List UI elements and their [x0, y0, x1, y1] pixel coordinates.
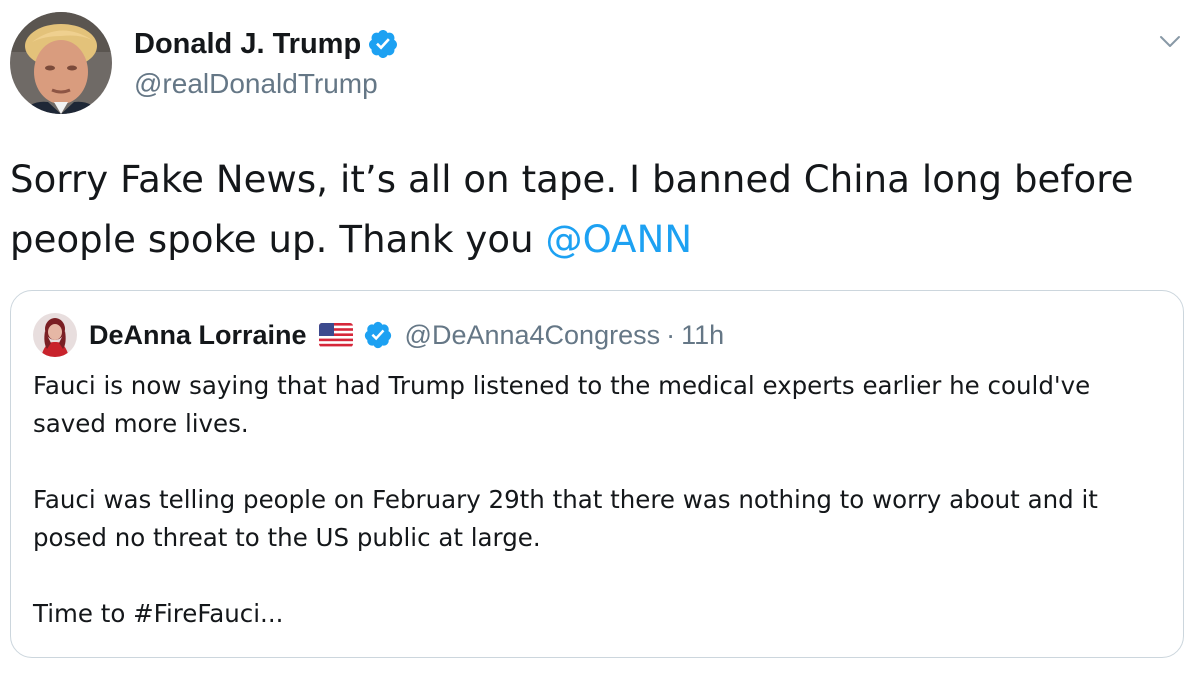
quoted-paragraph: Fauci is now saying that had Trump liste… — [33, 371, 1091, 438]
quoted-paragraph: Fauci was telling people on February 29t… — [33, 485, 1098, 552]
author-avatar[interactable] — [10, 12, 112, 114]
quoted-author-handle[interactable]: @DeAnna4Congress — [405, 320, 661, 351]
quoted-header: DeAnna Lorraine @DeAnna4Congress · 11h — [89, 316, 724, 354]
author-display-name[interactable]: Donald J. Trump — [134, 28, 361, 61]
tweet-text: Sorry Fake News, it’s all on tape. I ban… — [10, 150, 1170, 270]
quoted-separator: · — [666, 319, 676, 350]
quoted-verified-badge-icon — [363, 320, 393, 350]
verified-badge-icon — [367, 28, 399, 60]
quoted-tweet-text: Fauci is now saying that had Trump liste… — [33, 367, 1153, 633]
tweet-menu-button[interactable] — [1152, 24, 1188, 60]
us-flag-icon — [318, 323, 353, 347]
quoted-author-avatar[interactable] — [33, 313, 77, 357]
author-handle[interactable]: @realDonaldTrump — [134, 68, 399, 100]
chevron-down-icon — [1160, 36, 1180, 47]
tweet-card: Donald J. Trump @realDonaldTrump Sorry F… — [0, 0, 1200, 688]
author-block: Donald J. Trump @realDonaldTrump — [134, 26, 399, 100]
quoted-timestamp[interactable]: 11h — [681, 320, 724, 351]
quoted-author-name[interactable]: DeAnna Lorraine — [89, 320, 307, 351]
quoted-tweet[interactable]: DeAnna Lorraine @DeAnna4Congress · 11h F… — [10, 290, 1184, 658]
mention-link[interactable]: @OANN — [545, 218, 692, 261]
quoted-paragraph: Time to #FireFauci... — [33, 599, 284, 628]
display-name-row: Donald J. Trump — [134, 26, 399, 62]
